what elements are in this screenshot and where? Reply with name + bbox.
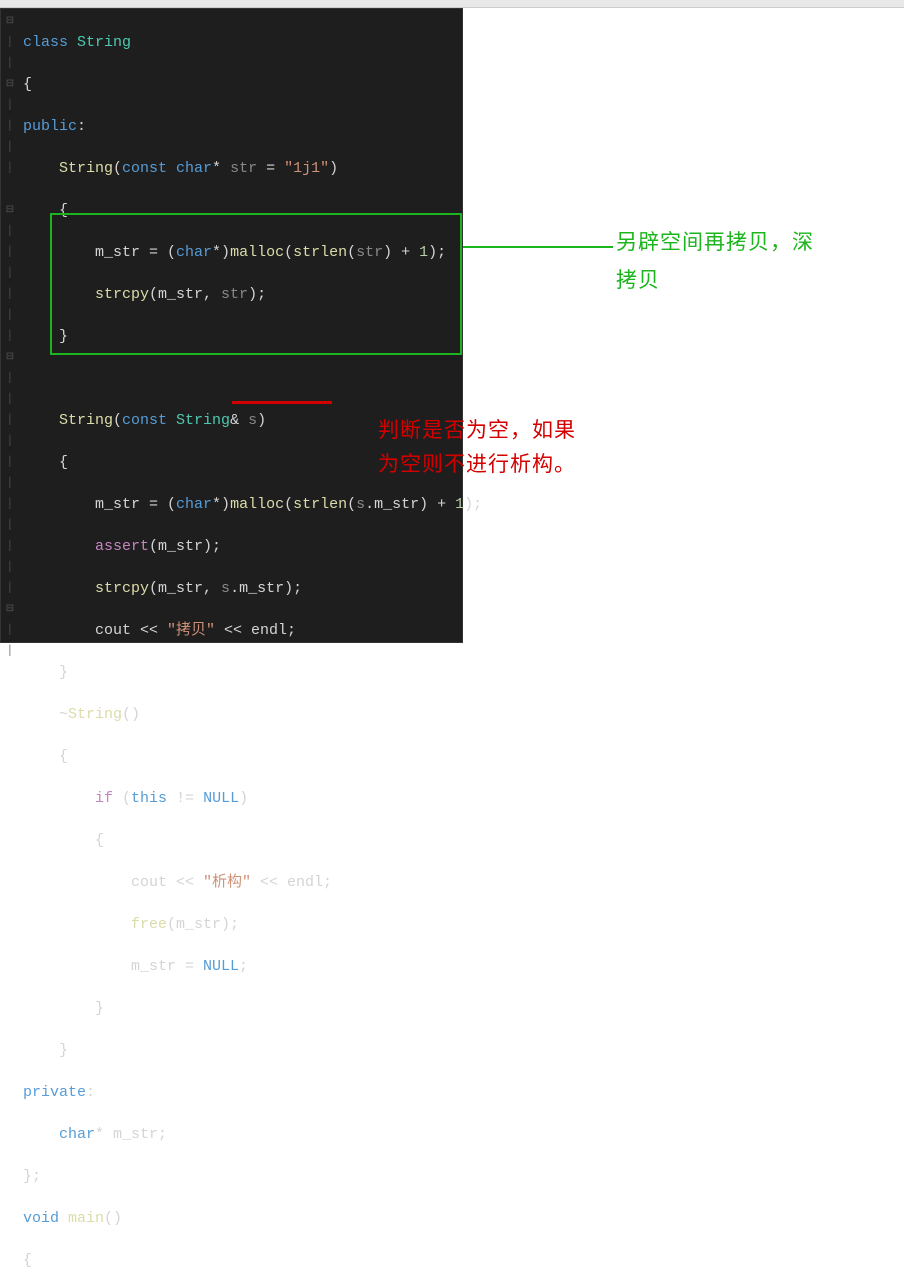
annotation-text: 为空则不进行析构。 xyxy=(378,448,576,482)
fold-icon[interactable]: ⊟ xyxy=(1,347,19,368)
annotation-green: 另辟空间再拷贝，深 拷贝 xyxy=(616,224,814,300)
annotation-text: 拷贝 xyxy=(616,262,814,300)
underline-red xyxy=(232,401,332,404)
annotation-red: 判断是否为空，如果 为空则不进行析构。 xyxy=(378,414,576,482)
code-editor[interactable]: ⊟ │ │ ⊟ │ │ │ │ ⊟ │ │ │ │ │ │ ⊟ │ │ │ │ … xyxy=(0,8,463,643)
annotation-text: 另辟空间再拷贝，深 xyxy=(616,224,814,262)
annotation-text: 判断是否为空，如果 xyxy=(378,414,576,448)
fold-icon[interactable]: ⊟ xyxy=(1,599,19,620)
fold-icon[interactable]: ⊟ xyxy=(1,11,19,32)
code-area[interactable]: class String { public: String(const char… xyxy=(23,11,462,1286)
fold-icon[interactable]: ⊟ xyxy=(1,74,19,95)
callout-line-green xyxy=(463,246,613,248)
fold-gutter: ⊟ │ │ ⊟ │ │ │ │ ⊟ │ │ │ │ │ │ ⊟ │ │ │ │ … xyxy=(1,11,19,662)
toolbar xyxy=(0,0,904,8)
fold-icon[interactable]: ⊟ xyxy=(1,200,19,221)
